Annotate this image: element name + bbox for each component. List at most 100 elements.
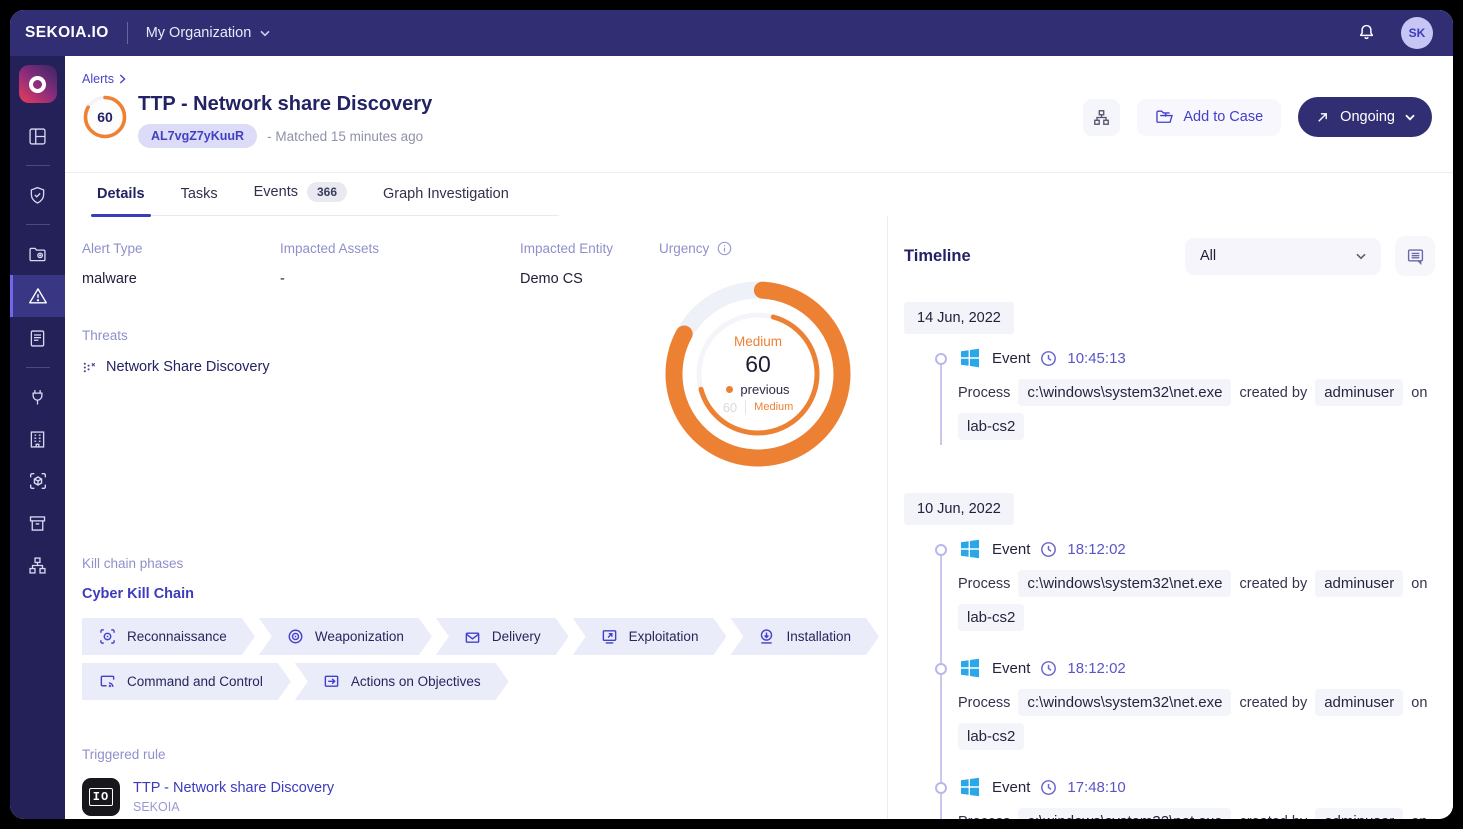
previous-divider	[745, 400, 746, 414]
dashboard-icon	[27, 126, 48, 147]
kill-chain-name-link[interactable]: Cyber Kill Chain	[82, 586, 194, 602]
sidebar-item-integrations[interactable]	[10, 376, 65, 418]
sidebar-item-security[interactable]	[10, 174, 65, 216]
user-avatar[interactable]: SK	[1401, 17, 1433, 49]
alert-id-badge: AL7vgZ7yKuuR	[138, 124, 257, 148]
organization-name: My Organization	[146, 25, 252, 41]
arrow-up-right-icon	[1315, 110, 1330, 125]
add-to-case-button[interactable]: Add to Case	[1137, 99, 1281, 136]
impacted-assets-label: Impacted Assets	[280, 241, 520, 256]
timeline-date-chip: 10 Jun, 2022	[904, 493, 1014, 525]
previous-label: previous	[740, 382, 789, 397]
tab-events[interactable]: Events 366	[254, 182, 347, 215]
process-path-chip: c:\windows\system32\net.exe	[1018, 808, 1231, 819]
clock-icon	[1040, 660, 1057, 677]
sidebar-divider	[26, 367, 50, 368]
triggered-rule-section: Triggered rule IO TTP - Network share Di…	[82, 747, 887, 819]
timeline-event-header[interactable]: Event 18:12:02	[958, 537, 1435, 561]
tabs-row: Details Tasks Events 366 Graph Investiga…	[65, 173, 1453, 216]
tab-details[interactable]: Details	[97, 186, 145, 215]
user-chip: adminuser	[1315, 808, 1403, 819]
rule-vendor-logo: IO	[82, 778, 120, 816]
breadcrumb[interactable]: Alerts	[82, 72, 126, 86]
host-chip: lab-cs2	[958, 413, 1024, 440]
sekoia-logo[interactable]	[19, 65, 57, 103]
sitemap-icon	[27, 555, 48, 576]
kill-chain-phase-delivery: Delivery	[436, 618, 569, 655]
kill-chain-phase-actions-on-objectives: Actions on Objectives	[295, 663, 509, 700]
chevron-down-icon	[260, 30, 270, 37]
timeline-title: Timeline	[904, 247, 971, 266]
folder-scope-icon	[27, 244, 48, 265]
timeline-filter-select[interactable]: All	[1185, 238, 1381, 275]
threats-label: Threats	[82, 328, 659, 343]
info-icon[interactable]	[717, 241, 732, 256]
topbar: SEKOIA.IO My Organization SK	[10, 10, 1453, 56]
organization-switcher[interactable]: My Organization	[146, 25, 271, 41]
sidebar-item-organization[interactable]	[10, 418, 65, 460]
main-panel: Alerts 60 TTP - Network share Discovery	[65, 56, 1453, 819]
comment-icon	[1406, 247, 1425, 266]
rule-name-link[interactable]: TTP - Network share Discovery	[133, 780, 334, 796]
urgency-level: Medium	[734, 334, 782, 349]
comments-button[interactable]	[1395, 236, 1435, 276]
details-panel: Alert Type malware Impacted Assets - Imp…	[65, 216, 887, 819]
timeline-filter-value: All	[1200, 248, 1216, 264]
app-window: SEKOIA.IO My Organization SK	[10, 10, 1453, 819]
delivery-icon	[464, 628, 481, 645]
sidebar-divider	[26, 224, 50, 225]
topbar-divider	[127, 22, 128, 44]
status-label: Ongoing	[1340, 109, 1395, 125]
plug-icon	[27, 387, 48, 408]
triggered-rule-label: Triggered rule	[82, 747, 887, 762]
clock-icon	[1040, 350, 1057, 367]
alert-triangle-icon	[27, 285, 49, 307]
page-header: Alerts 60 TTP - Network share Discovery	[65, 56, 1453, 173]
sidebar-item-sitemap[interactable]	[10, 544, 65, 586]
clock-icon	[1040, 541, 1057, 558]
kill-chain-phase-weaponization: Weaponization	[259, 618, 432, 655]
impacted-entity-label: Impacted Entity	[520, 241, 659, 256]
kill-chain-label: Kill chain phases	[82, 556, 887, 571]
kill-chain-phase-exploitation: Exploitation	[573, 618, 727, 655]
kill-chain-section: Kill chain phases Cyber Kill Chain Recon…	[82, 556, 887, 700]
page-title: TTP - Network share Discovery	[138, 93, 432, 116]
timeline-panel: Timeline All 14 Jun, 2022	[887, 216, 1453, 819]
sidebar-item-reports[interactable]	[10, 317, 65, 359]
timeline-event: Event 18:12:02 Process c:\windows\system…	[904, 537, 1435, 631]
shield-check-icon	[27, 185, 48, 206]
sitemap-icon	[1092, 108, 1111, 127]
sidebar-item-intelligence[interactable]	[10, 233, 65, 275]
timeline-date-chip: 14 Jun, 2022	[904, 302, 1014, 334]
tab-tasks[interactable]: Tasks	[181, 186, 218, 215]
sidebar-item-archive[interactable]	[10, 502, 65, 544]
notifications-button[interactable]	[1356, 22, 1377, 44]
archive-icon	[27, 513, 48, 534]
alert-type-value: malware	[82, 271, 280, 287]
threat-cluster-icon	[82, 360, 97, 375]
alert-type-label: Alert Type	[82, 241, 280, 256]
threat-item[interactable]: Network Share Discovery	[82, 359, 659, 375]
timeline-event-header[interactable]: Event 18:12:02	[958, 656, 1435, 680]
status-button[interactable]: Ongoing	[1298, 97, 1432, 137]
sidebar-item-sandbox[interactable]	[10, 460, 65, 502]
cube-scan-icon	[27, 470, 49, 492]
graph-view-button[interactable]	[1083, 99, 1120, 136]
sidebar-item-alerts[interactable]	[10, 275, 65, 317]
chevron-down-icon	[1405, 114, 1415, 121]
timeline-event-header[interactable]: Event 10:45:13	[958, 346, 1435, 370]
timeline-event: Event 18:12:02 Process c:\windows\system…	[904, 656, 1435, 750]
tab-graph-investigation[interactable]: Graph Investigation	[383, 186, 509, 215]
timeline-event: Event 10:45:13 Process c:\windows\system…	[904, 346, 1435, 440]
windows-icon	[958, 656, 982, 680]
host-chip: lab-cs2	[958, 604, 1024, 631]
sidebar	[10, 56, 65, 819]
brand-logo-text: SEKOIA.IO	[25, 24, 109, 42]
sidebar-item-dashboard[interactable]	[10, 115, 65, 157]
previous-value: 60	[723, 400, 737, 415]
kill-chain-phase-reconnaissance: Reconnaissance	[82, 618, 255, 655]
chevron-down-icon	[1356, 253, 1366, 260]
breadcrumb-alerts-link: Alerts	[82, 72, 114, 86]
user-chip: adminuser	[1315, 570, 1403, 597]
timeline-event-header[interactable]: Event 17:48:10	[958, 775, 1435, 799]
